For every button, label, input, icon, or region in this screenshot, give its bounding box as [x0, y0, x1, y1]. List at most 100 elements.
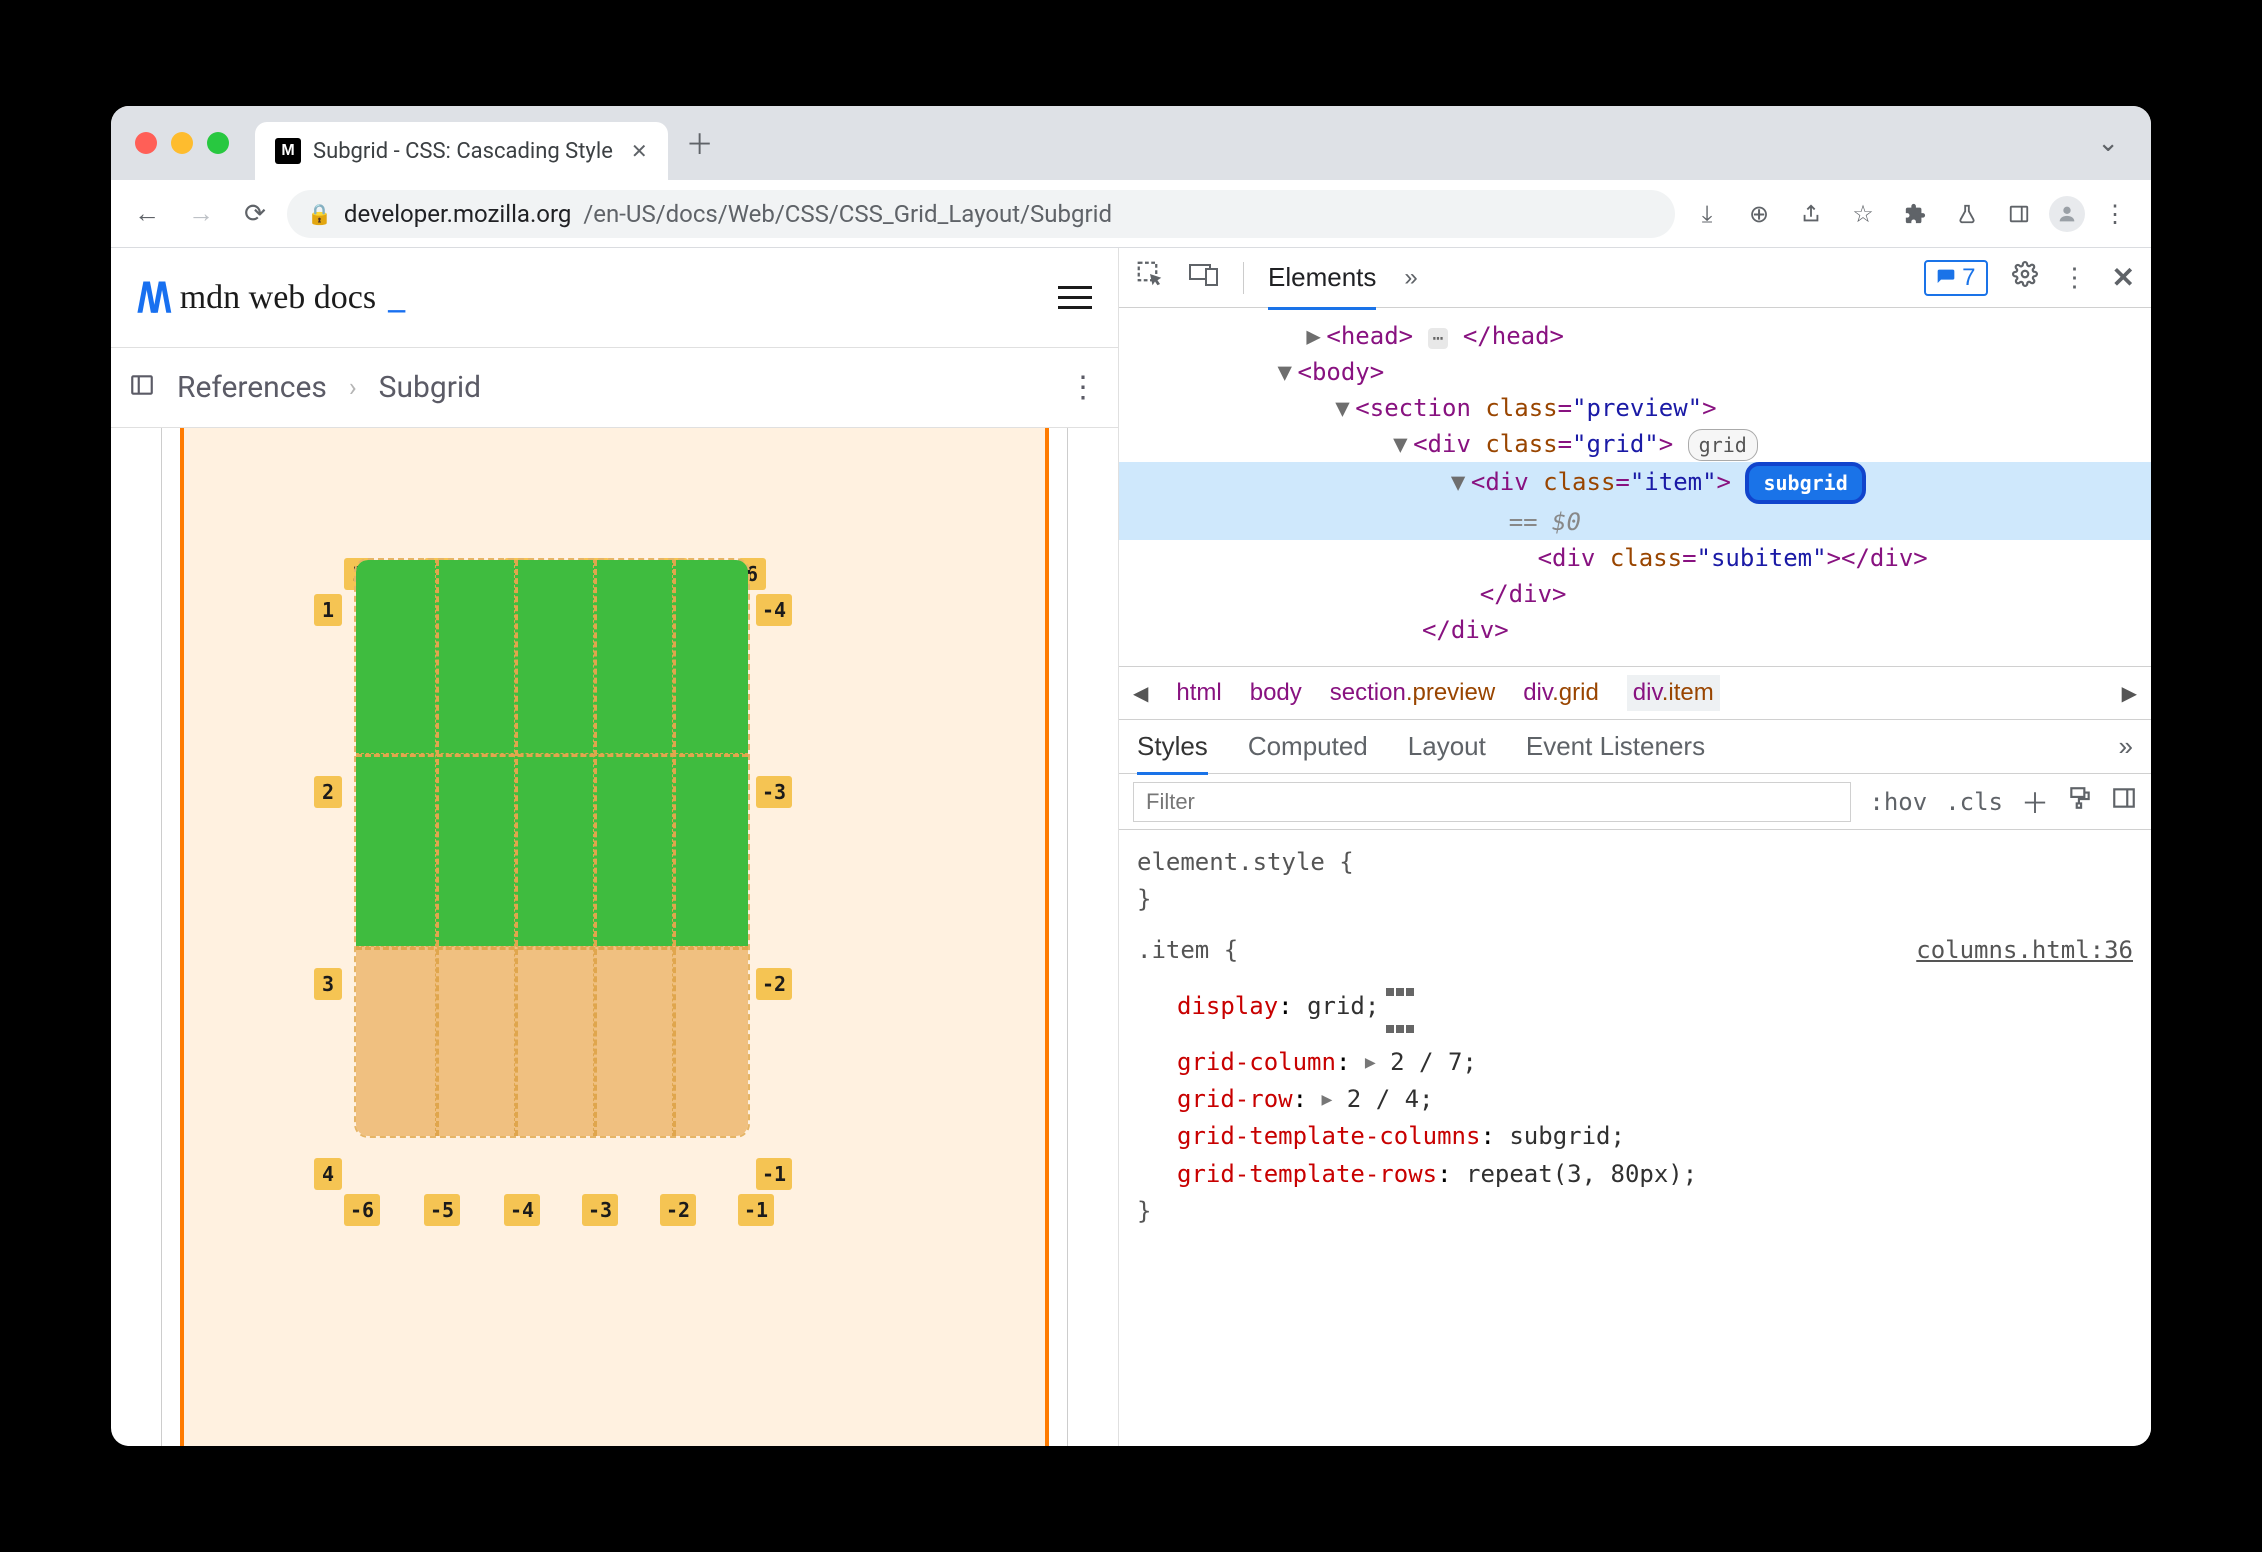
style-prop[interactable]: grid-column: ▶ 2 / 7; [1137, 1044, 2133, 1081]
menu-icon[interactable]: ⋮ [2093, 192, 2137, 236]
devtools-menu-icon[interactable]: ⋮ [2062, 262, 2088, 293]
labs-icon[interactable] [1945, 192, 1989, 236]
content-area: /\/\ mdn web docs _ References › Subgrid… [111, 248, 2151, 1446]
style-prop[interactable]: grid-template-rows: repeat(3, 80px); [1137, 1156, 2133, 1193]
crumb-prev-icon[interactable]: ◀ [1133, 681, 1148, 706]
line-number: -4 [756, 594, 792, 626]
grid-preview-icon [1385, 970, 1415, 1044]
paint-icon[interactable] [2067, 785, 2093, 818]
hov-toggle[interactable]: :hov [1869, 788, 1927, 816]
hamburger-menu-icon[interactable] [1058, 286, 1092, 309]
crumb[interactable]: html [1176, 679, 1221, 707]
style-prop[interactable]: display: grid; [1137, 970, 2133, 1044]
crumb[interactable]: section.preview [1330, 679, 1495, 707]
grid-overlay: 1 2 3 4 5 6 1 2 3 4 -4 [324, 558, 774, 1138]
crumb[interactable]: div.grid [1523, 679, 1599, 707]
close-devtools-icon[interactable]: ✕ [2112, 261, 2135, 294]
extensions-icon[interactable] [1893, 192, 1937, 236]
reload-button[interactable]: ⟳ [233, 192, 277, 236]
issues-badge[interactable]: 7 [1924, 260, 1987, 296]
grid-badge[interactable]: grid [1688, 429, 1758, 461]
style-close: } [1137, 885, 1151, 913]
tab-overflow-icon[interactable]: » [2119, 731, 2133, 762]
lock-icon: 🔒 [307, 202, 332, 226]
dom-row: == $0 [1119, 504, 2151, 540]
minimize-window-button[interactable] [171, 132, 193, 154]
dom-row[interactable]: ▼<body> [1119, 354, 2151, 390]
tab-layout[interactable]: Layout [1408, 731, 1486, 762]
styles-panel[interactable]: element.style { } .item { columns.html:3… [1119, 830, 2151, 1446]
maximize-window-button[interactable] [207, 132, 229, 154]
tab-overflow-icon[interactable]: ⌄ [2097, 128, 2119, 158]
expand-icon[interactable]: ▶ [1365, 1049, 1376, 1077]
style-prop[interactable]: grid-row: ▶ 2 / 4; [1137, 1081, 2133, 1118]
new-tab-button[interactable]: ＋ [686, 123, 714, 163]
url-input[interactable]: 🔒 developer.mozilla.org/en-US/docs/Web/C… [287, 190, 1675, 238]
new-rule-icon[interactable]: ＋ [2021, 782, 2049, 822]
computed-panel-icon[interactable] [2111, 785, 2137, 818]
styles-filter-bar: Filter :hov .cls ＋ [1119, 774, 2151, 830]
mdn-header: /\/\ mdn web docs _ [111, 248, 1118, 348]
url-host: developer.mozilla.org [344, 200, 571, 228]
line-number: -2 [756, 968, 792, 1000]
line-number: -5 [424, 1194, 460, 1226]
share-icon[interactable] [1789, 192, 1833, 236]
tab-title: Subgrid - CSS: Cascading Style [313, 139, 613, 164]
profile-icon[interactable] [2049, 196, 2085, 232]
zoom-icon[interactable]: ⊕ [1737, 192, 1781, 236]
dom-row[interactable]: ▶<head> ⋯ </head> [1119, 318, 2151, 354]
panel-overflow-icon[interactable]: » [1404, 264, 1417, 292]
crumb[interactable]: body [1250, 679, 1302, 707]
dom-row[interactable]: </div> [1119, 612, 2151, 648]
page-pane: /\/\ mdn web docs _ References › Subgrid… [111, 248, 1119, 1446]
demo-preview: 1 2 3 4 5 6 1 2 3 4 -4 [180, 428, 1049, 1446]
device-toggle-icon[interactable] [1189, 261, 1219, 294]
cls-toggle[interactable]: .cls [1945, 788, 2003, 816]
line-number: -3 [582, 1194, 618, 1226]
subgrid-badge[interactable]: subgrid [1745, 462, 1865, 504]
install-icon[interactable]: ⤓ [1685, 192, 1729, 236]
inspect-element-icon[interactable] [1135, 259, 1165, 296]
browser-tab[interactable]: M Subgrid - CSS: Cascading Style ✕ [255, 122, 668, 180]
dom-row[interactable]: </div> [1119, 576, 2151, 612]
breadcrumb-parent[interactable]: References [177, 370, 327, 405]
close-window-button[interactable] [135, 132, 157, 154]
filter-input[interactable]: Filter [1133, 782, 1851, 822]
line-number: -4 [504, 1194, 540, 1226]
dom-row-selected[interactable]: ▼<div class="item"> subgrid [1119, 462, 2151, 504]
breadcrumb-menu-icon[interactable]: ⋮ [1068, 370, 1100, 405]
line-number: -2 [660, 1194, 696, 1226]
mdn-logo[interactable]: /\/\ mdn web docs _ [137, 274, 405, 322]
close-tab-icon[interactable]: ✕ [631, 139, 648, 163]
devtools-pane: Elements » 7 ⋮ ✕ ▶<head> ⋯ </head> ▼<bo [1119, 248, 2151, 1446]
tab-event-listeners[interactable]: Event Listeners [1526, 731, 1705, 762]
line-number: 1 [314, 594, 342, 626]
style-selector: element.style { [1137, 848, 1354, 876]
dom-row[interactable]: ▼<section class="preview"> [1119, 390, 2151, 426]
tab-bar: M Subgrid - CSS: Cascading Style ✕ ＋ ⌄ [111, 106, 2151, 180]
back-button[interactable]: ← [125, 192, 169, 236]
dom-row[interactable]: <div class="subitem"></div> [1119, 540, 2151, 576]
dom-tree[interactable]: ▶<head> ⋯ </head> ▼<body> ▼<section clas… [1119, 308, 2151, 666]
source-link[interactable]: columns.html:36 [1916, 932, 2133, 969]
tab-computed[interactable]: Computed [1248, 731, 1368, 762]
style-prop[interactable]: grid-template-columns: subgrid; [1137, 1118, 2133, 1155]
tab-styles[interactable]: Styles [1137, 731, 1208, 775]
style-close: } [1137, 1197, 1151, 1225]
crumb-next-icon[interactable]: ▶ [2122, 681, 2137, 706]
forward-button[interactable]: → [179, 192, 223, 236]
mdn-mark-icon: /\/\ [137, 274, 168, 322]
url-path: /en-US/docs/Web/CSS/CSS_Grid_Layout/Subg… [583, 200, 1112, 228]
tab-elements[interactable]: Elements [1268, 262, 1376, 310]
window-controls [135, 132, 229, 154]
expand-icon[interactable]: ▶ [1322, 1086, 1333, 1114]
line-number: -3 [756, 776, 792, 808]
dom-row[interactable]: ▼<div class="grid"> grid [1119, 426, 2151, 462]
sidebar-toggle-icon[interactable] [129, 372, 155, 404]
side-panel-icon[interactable] [1997, 192, 2041, 236]
bookmark-icon[interactable]: ☆ [1841, 192, 1885, 236]
issues-count: 7 [1962, 264, 1975, 292]
settings-icon[interactable] [2012, 261, 2038, 294]
line-number: -1 [756, 1158, 792, 1190]
crumb-selected[interactable]: div.item [1627, 675, 1720, 711]
